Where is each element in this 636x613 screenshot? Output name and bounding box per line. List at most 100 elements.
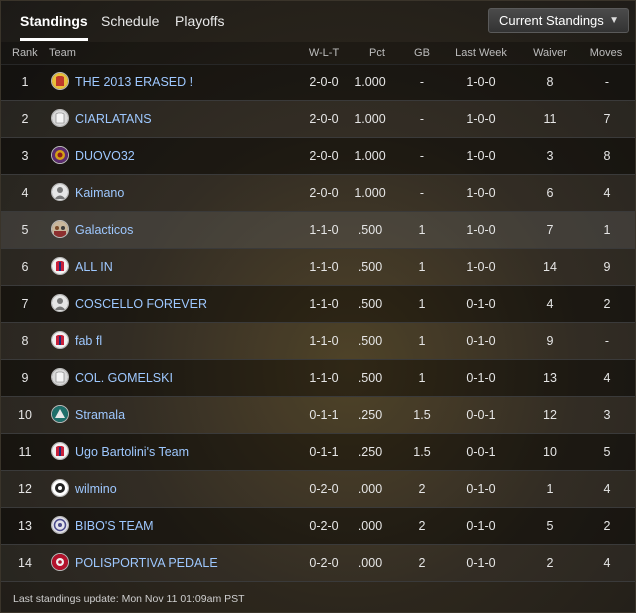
gb-cell: - — [419, 186, 425, 200]
team-avatar-icon[interactable] — [51, 479, 69, 497]
col-last-week: Last Week — [455, 47, 507, 59]
table-header: Rank Team W-L-T Pct GB Last Week Waiver … — [1, 42, 635, 65]
last-week-cell: 1-0-0 — [466, 75, 496, 89]
table-row[interactable]: 7 1-1-0 .500 1 0-1-0 4 2 COSCELLO FOREVER — [1, 286, 635, 323]
rank-cell: 8 — [21, 334, 29, 348]
wlt-cell: 1-1-0 — [309, 371, 339, 385]
standings-view-select[interactable]: Current Standings ▼ — [488, 8, 629, 33]
team-avatar-icon[interactable] — [51, 516, 69, 534]
team-name-link[interactable]: ALL IN — [75, 260, 113, 274]
last-week-cell: 0-1-0 — [466, 334, 496, 348]
team-name-link[interactable]: COL. GOMELSKI — [75, 371, 173, 385]
table-row[interactable]: 4 2-0-0 1.000 - 1-0-0 6 4 Kaimano — [1, 175, 635, 212]
table-row[interactable]: 14 0-2-0 .000 2 0-1-0 2 4 POLISPORTIVA PEDALE — [1, 545, 635, 582]
table-row[interactable]: 12 0-2-0 .000 2 0-1-0 1 4 wilmino — [1, 471, 635, 508]
active-tab-indicator — [20, 38, 88, 41]
pct-cell: 1.000 — [354, 112, 386, 126]
team-avatar-icon[interactable] — [51, 72, 69, 90]
last-week-cell: 1-0-0 — [466, 149, 496, 163]
team-name-link[interactable]: THE 2013 ERASED ! — [75, 75, 193, 89]
pct-cell: .000 — [357, 482, 383, 496]
gb-cell: 1.5 — [413, 445, 431, 459]
waiver-cell: 9 — [546, 334, 554, 348]
tab-standings[interactable]: Standings — [20, 13, 88, 41]
table-row[interactable]: 8 1-1-0 .500 1 0-1-0 9 - fab fl — [1, 323, 635, 360]
team-avatar-icon[interactable] — [51, 257, 69, 275]
table-row[interactable]: 3 2-0-0 1.000 - 1-0-0 3 8 DUOVO32 — [1, 138, 635, 175]
moves-cell: - — [604, 75, 610, 89]
team-name-link[interactable]: POLISPORTIVA PEDALE — [75, 556, 218, 570]
rank-cell: 5 — [21, 223, 29, 237]
moves-cell: 4 — [603, 371, 611, 385]
tab-schedule[interactable]: Schedule — [101, 13, 159, 29]
wlt-cell: 2-0-0 — [309, 149, 339, 163]
wlt-cell: 0-2-0 — [309, 482, 339, 496]
waiver-cell: 7 — [546, 223, 554, 237]
team-avatar-icon[interactable] — [51, 220, 69, 238]
team-name-link[interactable]: wilmino — [75, 482, 117, 496]
tab-standings-label: Standings — [20, 13, 88, 29]
wlt-cell: 2-0-0 — [309, 75, 339, 89]
team-avatar-icon[interactable] — [51, 553, 69, 571]
team-avatar-icon[interactable] — [51, 294, 69, 312]
team-avatar-icon[interactable] — [51, 405, 69, 423]
last-week-cell: 1-0-0 — [466, 112, 496, 126]
team-avatar-icon[interactable] — [51, 109, 69, 127]
team-name-link[interactable]: Galacticos — [75, 223, 133, 237]
moves-cell: 7 — [603, 112, 611, 126]
rank-cell: 4 — [21, 186, 29, 200]
pct-cell: .500 — [357, 297, 383, 311]
team-avatar-icon[interactable] — [51, 183, 69, 201]
pct-cell: .250 — [357, 408, 383, 422]
table-row[interactable]: 11 0-1-1 .250 1.5 0-0-1 10 5 Ugo Bartolini's Te… — [1, 434, 635, 471]
waiver-cell: 4 — [546, 297, 554, 311]
team-name-link[interactable]: Ugo Bartolini's Team — [75, 445, 189, 459]
gb-cell: 1.5 — [413, 408, 431, 422]
last-week-cell: 0-1-0 — [466, 371, 496, 385]
tab-playoffs[interactable]: Playoffs — [175, 13, 225, 29]
team-avatar-icon[interactable] — [51, 146, 69, 164]
last-week-cell: 0-0-1 — [466, 408, 496, 422]
rank-cell: 3 — [21, 149, 29, 163]
table-row[interactable]: 2 2-0-0 1.000 - 1-0-0 11 7 CIARLATANS — [1, 101, 635, 138]
pct-cell: .000 — [357, 519, 383, 533]
waiver-cell: 6 — [546, 186, 554, 200]
col-pct: Pct — [369, 47, 385, 59]
moves-cell: 9 — [603, 260, 611, 274]
team-name-link[interactable]: COSCELLO FOREVER — [75, 297, 207, 311]
table-row[interactable]: 13 0-2-0 .000 2 0-1-0 5 2 BIBO'S TEAM — [1, 508, 635, 545]
pct-cell: .500 — [357, 260, 383, 274]
team-avatar-icon[interactable] — [51, 331, 69, 349]
table-row[interactable]: 10 0-1-1 .250 1.5 0-0-1 12 3 Stramala — [1, 397, 635, 434]
team-name-link[interactable]: Kaimano — [75, 186, 124, 200]
rank-cell: 13 — [18, 519, 32, 533]
table-row[interactable]: 6 1-1-0 .500 1 1-0-0 14 9 ALL IN — [1, 249, 635, 286]
table-row[interactable]: 1 2-0-0 1.000 - 1-0-0 8 - THE 2013 ERASED ! — [1, 64, 635, 101]
gb-cell: 1 — [418, 297, 426, 311]
gb-cell: 2 — [418, 482, 426, 496]
waiver-cell: 13 — [543, 371, 557, 385]
pct-cell: .500 — [357, 223, 383, 237]
pct-cell: 1.000 — [354, 186, 386, 200]
standings-view-value: Current Standings — [499, 13, 604, 28]
team-avatar-icon[interactable] — [51, 368, 69, 386]
table-row[interactable]: 9 1-1-0 .500 1 0-1-0 13 4 COL. GOMELSKI — [1, 360, 635, 397]
wlt-cell: 0-2-0 — [309, 519, 339, 533]
team-name-link[interactable]: Stramala — [75, 408, 125, 422]
team-name-link[interactable]: fab fl — [75, 334, 102, 348]
col-gb: GB — [414, 47, 430, 59]
last-week-cell: 1-0-0 — [466, 186, 496, 200]
col-moves: Moves — [589, 47, 623, 59]
rank-cell: 9 — [21, 371, 29, 385]
chevron-down-icon: ▼ — [609, 15, 619, 26]
team-name-link[interactable]: DUOVO32 — [75, 149, 135, 163]
team-name-link[interactable]: CIARLATANS — [75, 112, 152, 126]
table-row[interactable]: 5 1-1-0 .500 1 1-0-0 7 1 Galacticos — [1, 212, 635, 249]
team-avatar-icon[interactable] — [51, 442, 69, 460]
waiver-cell: 12 — [543, 408, 557, 422]
pct-cell: .500 — [357, 334, 383, 348]
team-name-link[interactable]: BIBO'S TEAM — [75, 519, 154, 533]
moves-cell: 4 — [603, 482, 611, 496]
moves-cell: 5 — [603, 445, 611, 459]
standings-panel: Standings Schedule Playoffs Current Stan… — [0, 0, 636, 613]
